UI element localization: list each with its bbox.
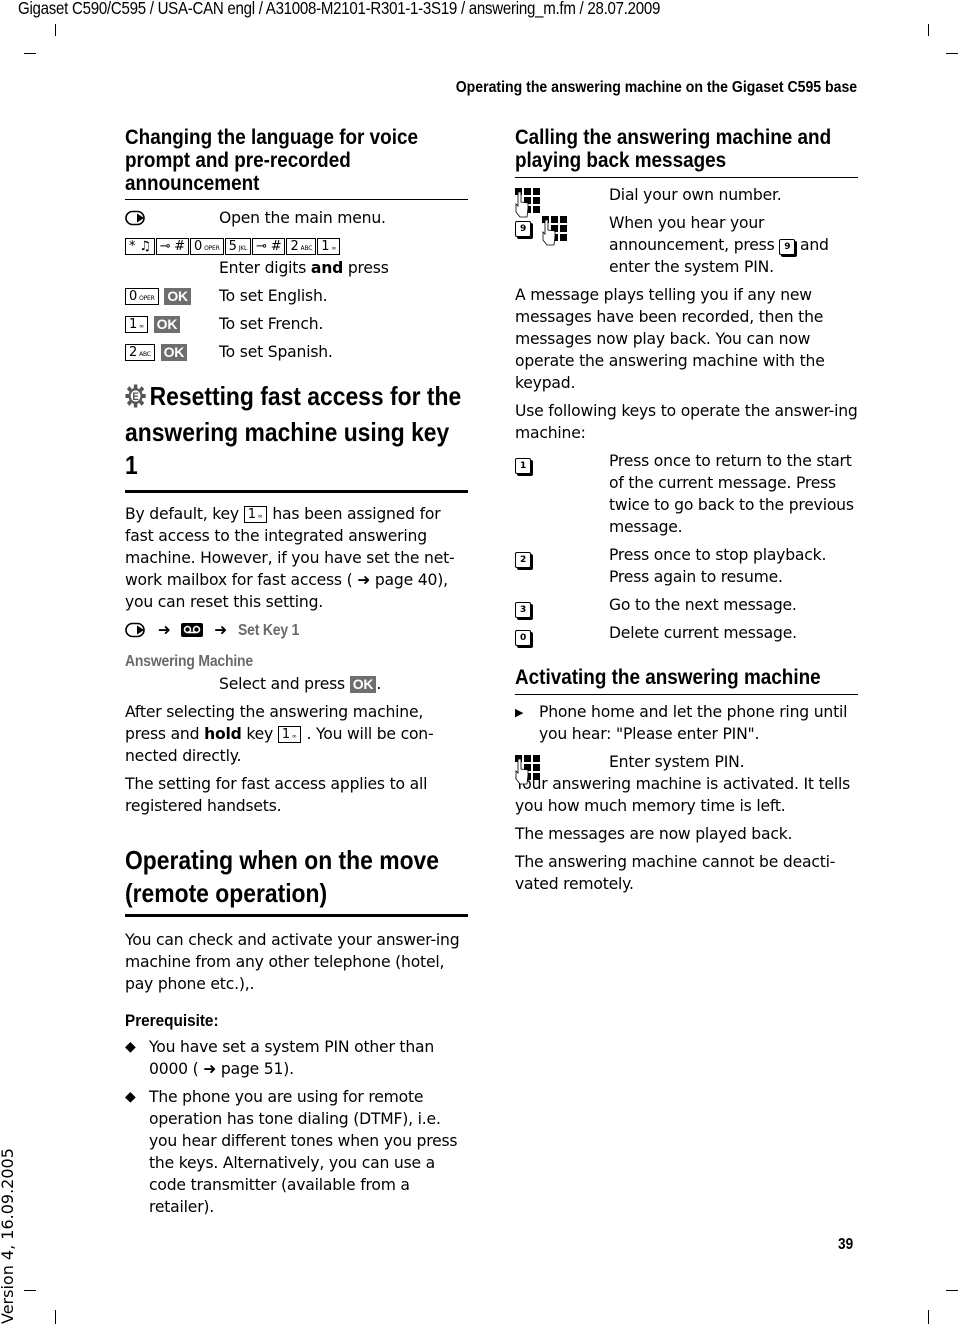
section-title-remote: Operating when on the move (remote opera… (125, 845, 440, 908)
reset-para-3: The setting for fast access applies to a… (125, 775, 428, 815)
crop-mark (24, 1290, 36, 1291)
prerequisite-label: Prerequisite: (125, 1011, 219, 1030)
left-column: Changing the language for voice prompt a… (125, 126, 468, 1218)
menu-key-icon (125, 210, 147, 232)
step-phone-home: ▶ Phone home and let the phone ring until… (515, 703, 848, 743)
key-2: 2 ABC (286, 238, 317, 255)
key-2: 2 ABC (125, 344, 155, 361)
key-1: 1 ∞ (317, 238, 341, 255)
star-key: * ♫ (125, 238, 155, 255)
ok-key-icon: OK (349, 676, 377, 693)
section-title-activate: Activating the answering machine (515, 666, 821, 689)
key-1: 1 ∞ (125, 316, 148, 333)
key-0: 0 OPER (190, 238, 224, 255)
crop-mark (24, 53, 36, 54)
running-head: Operating the answering machine on the G… (455, 79, 857, 96)
key-row-1: 1 Press once to return to the start of t… (515, 450, 858, 538)
section-title-language: Changing the language for voice prompt a… (125, 126, 418, 195)
hash-key: ⊸ # (155, 238, 190, 255)
hash-key: ⊸ # (252, 238, 286, 255)
step-enter-digits: * ♫ ⊸ #0 OPER 5 JKL ⊸ #2 ABC 1 ∞ Enter digits an… (125, 235, 468, 279)
section-reset: E Resetting fast access for the answerin… (125, 380, 468, 817)
diamond-bullet-icon: ◆ (125, 1039, 136, 1055)
step-spanish: 2 ABC OK To set Spanish. (125, 341, 468, 363)
key-0-icon: 0 (515, 630, 531, 646)
section-remote: Operating when on the move (remote opera… (125, 844, 468, 1218)
eco-gear-icon: E (125, 383, 146, 416)
activate-para-1: Your answering machine is activated. It … (515, 775, 851, 815)
activate-para-3: The answering machine cannot be deacti-v… (515, 853, 836, 893)
key-row-0: 0 Delete current message. (515, 622, 858, 646)
key-row-2: 2 Press once to stop playback. Press aga… (515, 544, 858, 588)
arrow-icon: ➜ (157, 621, 171, 639)
key-9-icon: 9 (779, 239, 796, 255)
ok-key-icon: OK (160, 344, 188, 361)
version-note: Version 4, 16.09.2005 (0, 1148, 17, 1324)
divider (125, 199, 468, 200)
step-english: 0 OPER OK To set English. (125, 285, 468, 307)
keypad-hand-icon (515, 755, 545, 791)
page-number: 39 (838, 1236, 854, 1253)
triangle-bullet-icon: ▶ (515, 706, 524, 719)
crop-mark (55, 24, 56, 36)
remote-intro: You can check and activate your answer-i… (125, 931, 460, 993)
menu-item-set-key-1: Set Key 1 (237, 622, 300, 639)
crop-mark (928, 24, 929, 36)
step-press-9: 9 When you hear your announcement, press… (515, 212, 858, 278)
reset-para-1: By default, key 1 ∞ has been assigned for… (125, 505, 455, 611)
right-column: Calling the answering machine and playin… (515, 126, 858, 895)
list-item: ◆ The phone you are using for remote oper… (125, 1088, 458, 1216)
menu-item-answering-machine: Answering Machine (125, 653, 253, 670)
crop-mark (55, 1310, 56, 1324)
divider (125, 914, 468, 917)
key-row-3: 3 Go to the next message. (515, 594, 858, 618)
reset-para-2: After selecting the answering machine, p… (125, 703, 434, 765)
file-info-line: Gigaset C590/C595 / USA-CAN engl / A3100… (18, 0, 661, 18)
step-open-menu: Open the main menu. (125, 207, 468, 229)
section-title-reset: E Resetting fast access for the answerin… (125, 381, 462, 480)
key-1-icon: 1 (515, 458, 531, 474)
answering-machine-icon (181, 621, 204, 643)
step-select: Select and press OK. (219, 675, 382, 693)
menu-path: ➜ ➜ Set Key 1 (125, 619, 468, 644)
divider (515, 694, 858, 695)
key-3-icon: 3 (515, 602, 531, 618)
divider (125, 490, 468, 493)
diamond-bullet-icon: ◆ (125, 1089, 136, 1105)
svg-text:E: E (132, 392, 139, 404)
step-french: 1 ∞ OK To set French. (125, 313, 468, 335)
menu-key-icon (125, 622, 147, 644)
key-1: 1 ∞ (277, 726, 301, 743)
divider (515, 177, 858, 178)
key-5: 5 JKL (224, 238, 252, 255)
key-9-icon: 9 (515, 221, 531, 237)
ok-key-icon: OK (164, 288, 191, 305)
prerequisite-list: ◆ You have set a system PIN other than 00… (125, 1036, 468, 1218)
section-activate: Activating the answering machine ▶ Phone … (515, 666, 858, 895)
ok-key-icon: OK (153, 316, 181, 333)
key-2-icon: 2 (515, 552, 531, 568)
key-0: 0 OPER (125, 288, 159, 305)
list-item: ◆ You have set a system PIN other than 00… (125, 1038, 435, 1078)
calling-para-1: A message plays telling you if any new m… (515, 286, 825, 392)
keypad-hand-icon (541, 216, 572, 252)
activate-para-2: The messages are now played back. (515, 825, 793, 843)
step-dial-number: Dial your own number. (515, 184, 858, 218)
arrow-icon: ➜ (214, 621, 228, 639)
crop-mark (946, 53, 958, 54)
step-enter-pin: Enter system PIN. (515, 751, 858, 785)
key-sequence: * ♫ ⊸ #0 OPER 5 JKL ⊸ #2 ABC 1 ∞ (125, 235, 468, 257)
crop-mark (946, 1290, 958, 1291)
calling-para-2: Use following keys to operate the answer… (515, 402, 858, 442)
section-title-calling: Calling the answering machine and playin… (515, 126, 832, 172)
crop-mark (928, 1310, 929, 1324)
key-1: 1 ∞ (243, 506, 267, 523)
